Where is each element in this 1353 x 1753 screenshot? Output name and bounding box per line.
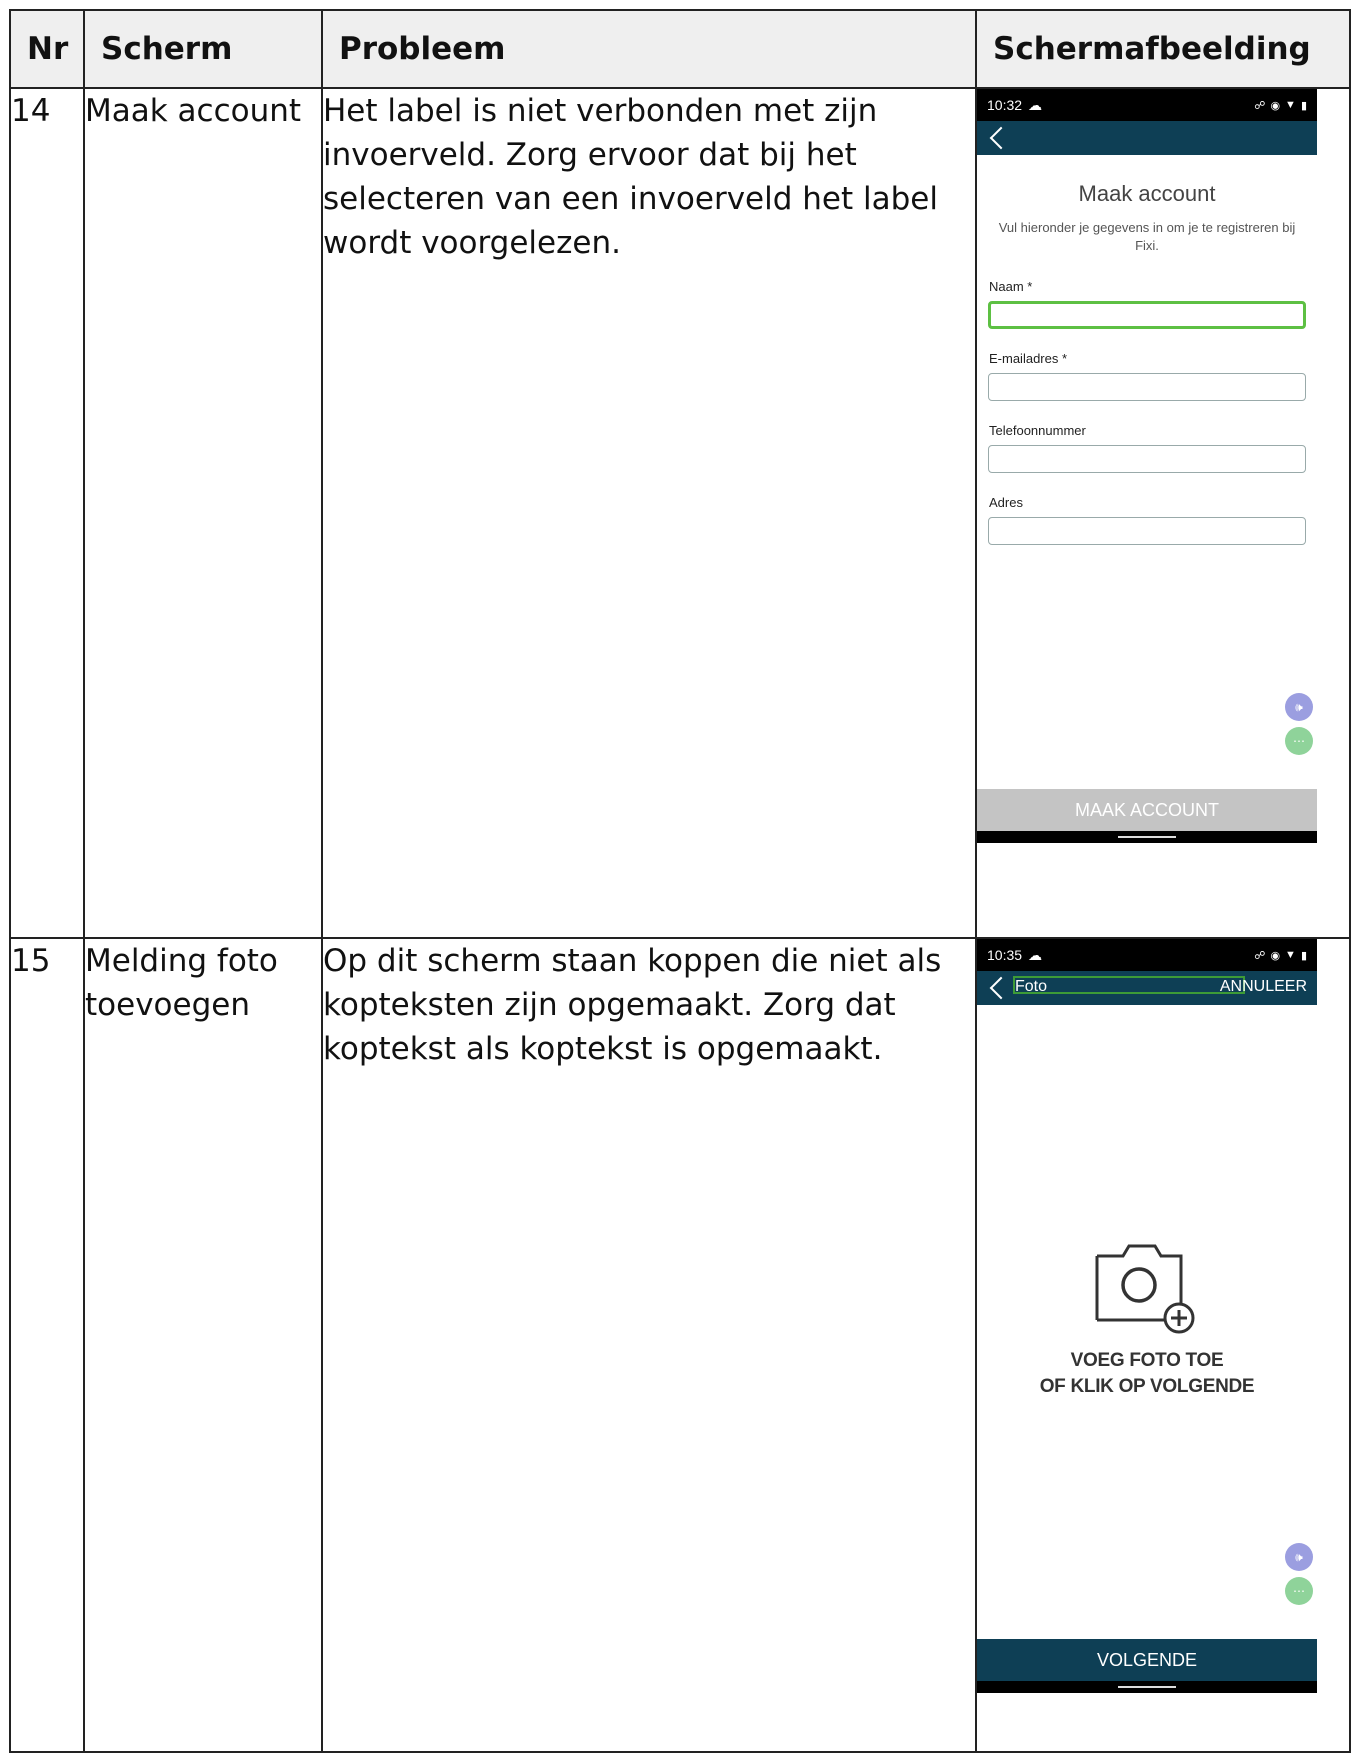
row-scherm: Melding foto toevoegen [83,937,323,1753]
headphones-icon: ☍ [1254,99,1266,112]
screen-title: Maak account [1078,181,1216,206]
table-header-row: Nr Scherm Probleem Schermafbeelding [9,9,1351,89]
issues-table: Nr Scherm Probleem Schermafbeelding 14 M… [9,9,1351,1753]
add-photo-instruction: VOEG FOTO TOE OF KLIK OP VOLGENDE [977,1348,1317,1400]
header-probleem: Probleem [321,9,977,89]
status-icons: ☍ ◉ ▼ ▮ [1254,99,1307,112]
appbar-title: Foto [1015,978,1048,995]
header-scherm: Scherm [83,9,323,89]
adres-input[interactable] [988,517,1306,545]
row-screenshot: 10:35 ☁ ☍ ◉ ▼ ▮ Foto ANNULEER VOEG FOTO … [975,937,1351,1753]
app-bar: Foto ANNULEER [977,971,1317,1005]
home-indicator [1118,836,1176,838]
status-bar: 10:35 ☁ ☍ ◉ ▼ ▮ [977,939,1317,971]
nav-bar [977,831,1317,843]
table-row: 15 Melding foto toevoegen Op dit scherm … [9,937,1351,1753]
more-icon[interactable]: ⋯ [1285,727,1313,755]
maak-account-button[interactable]: MAAK ACCOUNT [977,789,1317,831]
back-arrow-icon[interactable] [989,126,1013,150]
row-nr: 14 [9,87,85,939]
add-photo-line1: VOEG FOTO TOE [1070,1350,1224,1371]
annuleer-button[interactable]: ANNULEER [1220,978,1307,996]
back-arrow-icon[interactable] [989,976,1013,1000]
location-icon: ◉ [1270,99,1281,112]
volgende-button[interactable]: VOLGENDE [977,1639,1317,1681]
field-label-telefoon: Telefoonnummer [989,423,1086,438]
naam-input[interactable] [988,301,1306,329]
headphones-icon: ☍ [1254,949,1266,962]
status-icons: ☍ ◉ ▼ ▮ [1254,949,1307,962]
status-bar: 10:32 ☁ ☍ ◉ ▼ ▮ [977,89,1317,121]
status-time: 10:35 [987,947,1023,963]
telefoon-input[interactable] [988,445,1306,473]
speaker-icon[interactable]: 🕪 [1285,1543,1313,1571]
cloud-icon: ☁ [1028,946,1043,963]
add-photo-camera-icon[interactable] [1095,1244,1199,1336]
add-photo-line2: OF KLIK OP VOLGENDE [1039,1376,1255,1397]
more-icon[interactable]: ⋯ [1285,1577,1313,1605]
battery-icon: ▮ [1300,99,1307,112]
row-probleem: Het label is niet verbonden met zijn inv… [321,87,977,939]
cloud-icon: ☁ [1028,96,1043,113]
table-row: 14 Maak account Het label is niet verbon… [9,87,1351,939]
email-input[interactable] [988,373,1306,401]
nav-bar [977,1681,1317,1693]
row-scherm: Maak account [83,87,323,939]
phone-screenshot-foto-toevoegen: 10:35 ☁ ☍ ◉ ▼ ▮ Foto ANNULEER VOEG FOTO … [977,939,1317,1751]
field-label-adres: Adres [989,495,1023,510]
location-icon: ◉ [1270,949,1281,962]
focus-highlight [1013,976,1245,994]
speaker-icon[interactable]: 🕪 [1285,693,1313,721]
row-screenshot: 10:32 ☁ ☍ ◉ ▼ ▮ Maak account Vul hierond… [975,87,1351,939]
header-nr: Nr [9,9,85,89]
row-nr: 15 [9,937,85,1753]
screen-subtitle: Vul hieronder je gegevens in om je te re… [998,220,1296,253]
status-time: 10:32 [987,97,1023,113]
phone-screenshot-maak-account: 10:32 ☁ ☍ ◉ ▼ ▮ Maak account Vul hierond… [977,89,1317,937]
app-bar [977,121,1317,155]
home-indicator [1118,1686,1176,1688]
row-probleem: Op dit scherm staan koppen die niet als … [321,937,977,1753]
field-label-email: E-mailadres * [989,351,1068,366]
wifi-icon: ▼ [1285,99,1296,111]
wifi-icon: ▼ [1285,949,1296,961]
header-schermafbeelding: Schermafbeelding [975,9,1351,89]
battery-icon: ▮ [1300,949,1307,962]
field-label-naam: Naam * [989,279,1033,294]
